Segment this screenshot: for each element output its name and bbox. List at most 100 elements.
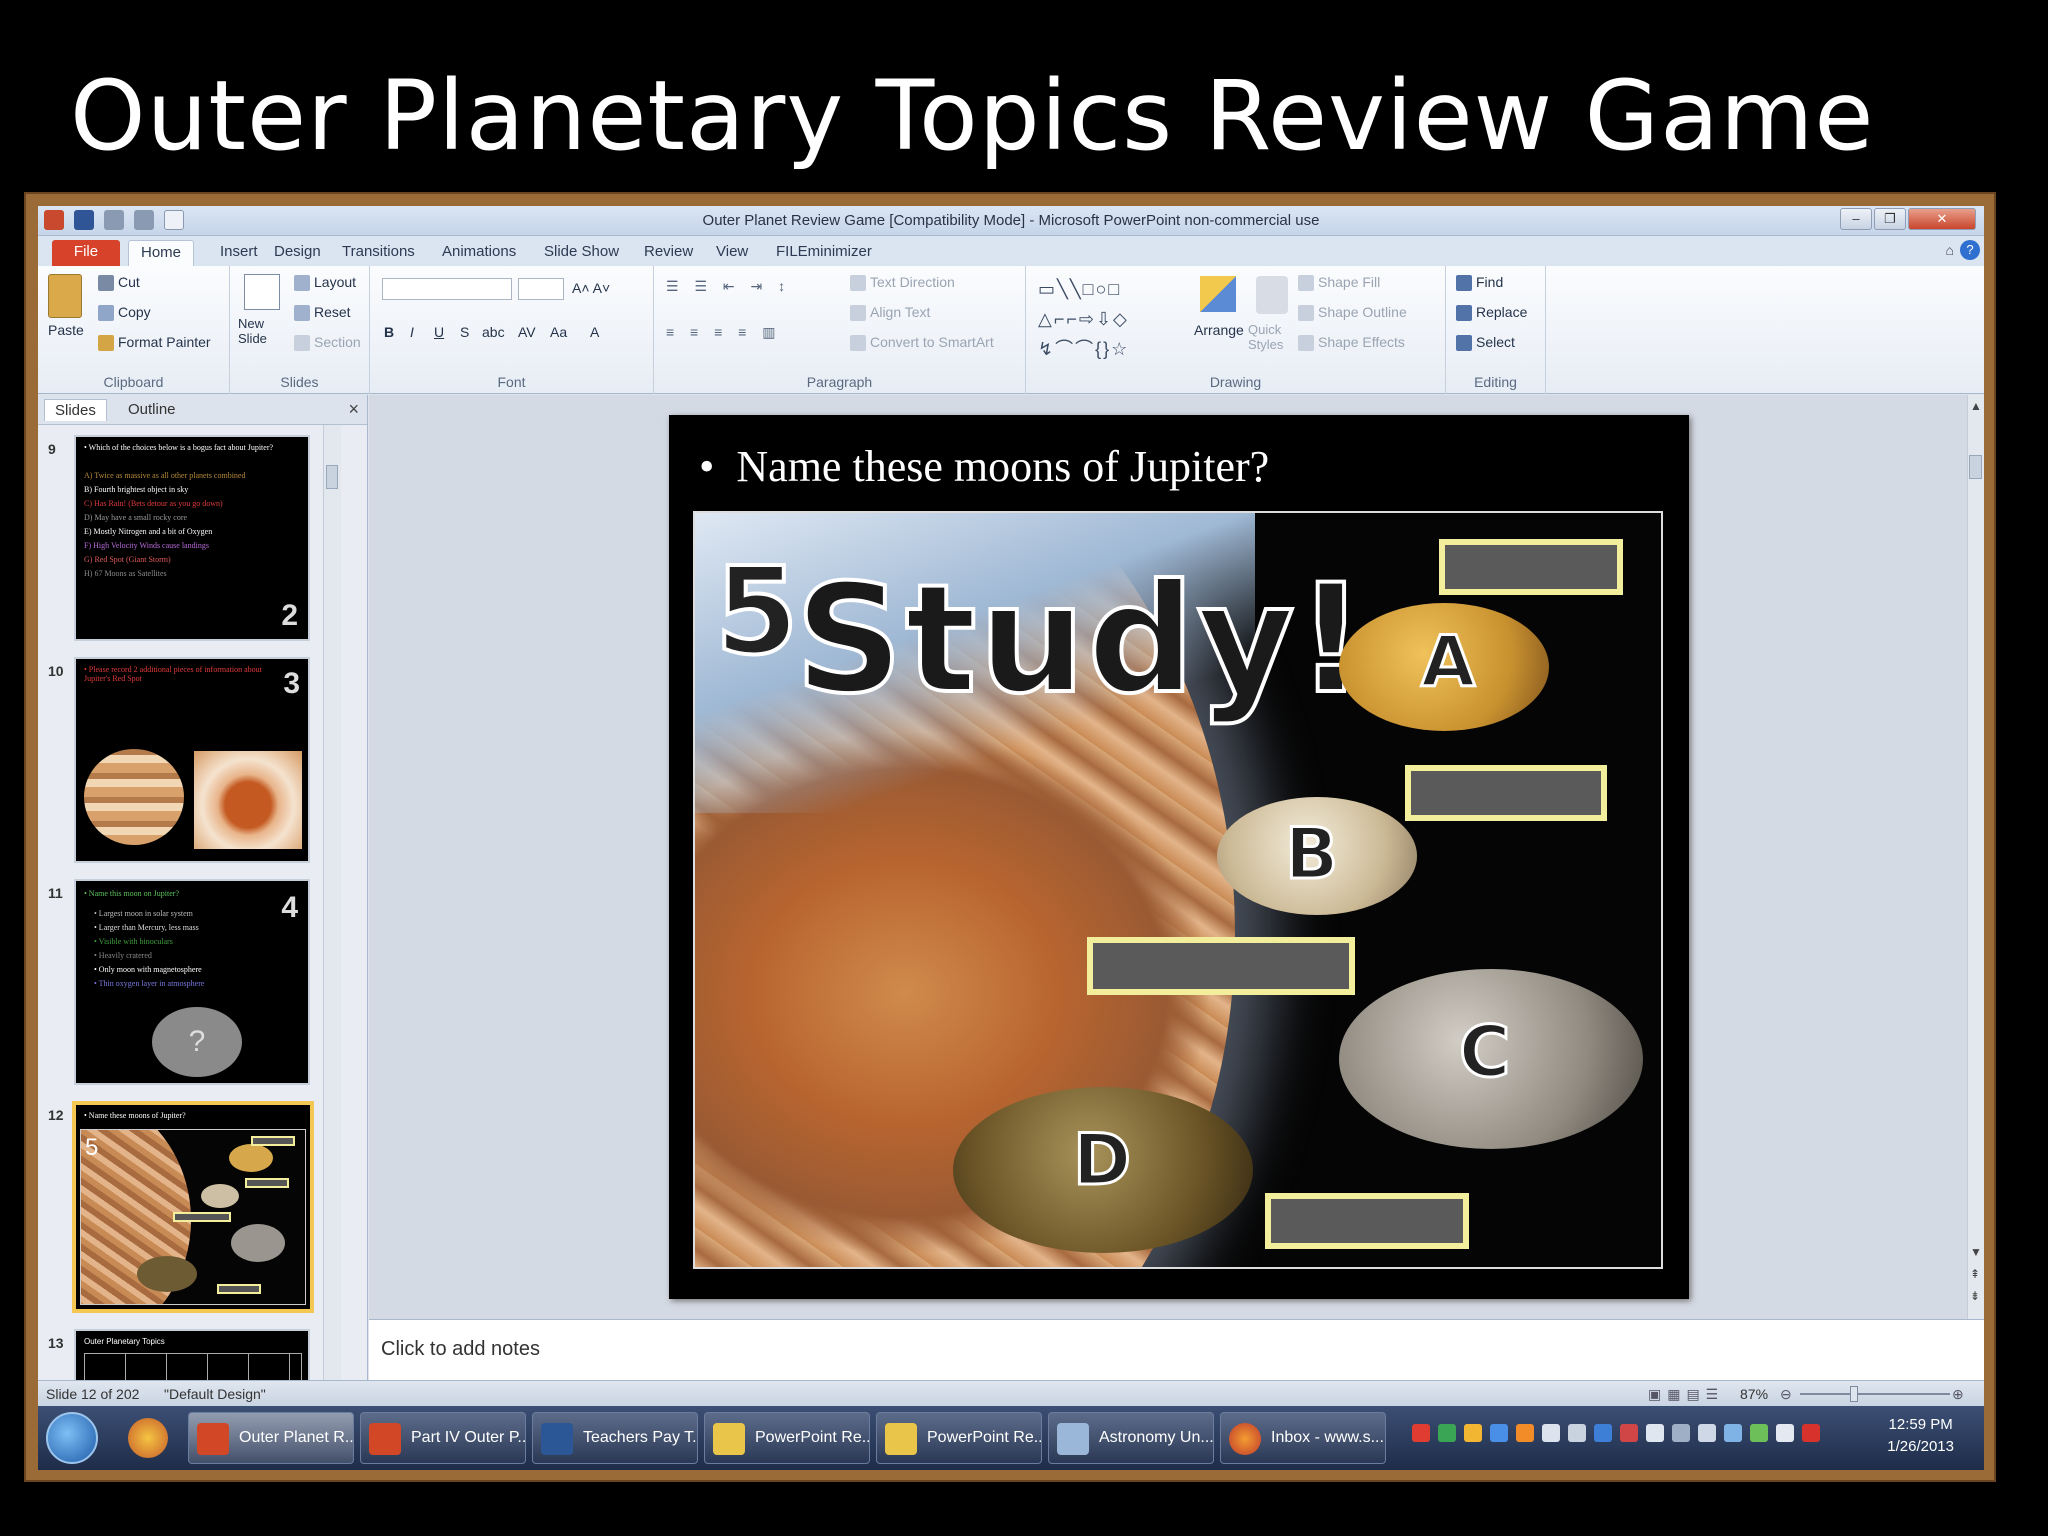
zoom-slider[interactable] <box>1800 1393 1950 1395</box>
taskbar-item-powerpoint-re-1[interactable]: PowerPoint Re... <box>704 1412 870 1464</box>
answer-box-a[interactable] <box>1439 539 1623 595</box>
tray-icon[interactable] <box>1412 1424 1430 1442</box>
tab-fileminimizer[interactable]: FILEminimizer <box>764 240 884 266</box>
format-painter-button[interactable]: Format Painter <box>98 334 211 352</box>
slides-pane-scrollbar[interactable] <box>323 425 341 1380</box>
tab-design[interactable]: Design <box>262 240 333 266</box>
help-icon[interactable]: ? <box>1960 240 1980 260</box>
zoom-in-icon[interactable]: ⊕ <box>1952 1386 1964 1403</box>
tab-transitions[interactable]: Transitions <box>330 240 427 266</box>
bluetooth-icon[interactable] <box>1594 1424 1612 1442</box>
font-color-button[interactable]: A <box>590 324 599 340</box>
jupiter-moons-picture[interactable]: 5 Study! A B C D <box>693 511 1663 1269</box>
arrange-button[interactable]: Arrange <box>1194 322 1244 338</box>
character-spacing-button[interactable]: AV <box>518 324 536 340</box>
tab-slides[interactable]: Slides <box>44 399 107 421</box>
zoom-level[interactable]: 87% <box>1740 1386 1768 1402</box>
strikethrough-button[interactable]: S <box>460 324 469 340</box>
answer-box-b[interactable] <box>1405 765 1607 821</box>
replace-button[interactable]: Replace <box>1456 304 1527 322</box>
shape-fill-button[interactable]: Shape Fill <box>1298 274 1380 292</box>
underline-button[interactable]: U <box>434 324 444 340</box>
tab-animations[interactable]: Animations <box>430 240 528 266</box>
tray-icon[interactable] <box>1568 1424 1586 1442</box>
minimize-button[interactable]: – <box>1840 208 1872 230</box>
scroll-down-icon[interactable]: ▼ <box>1970 1245 1982 1259</box>
paint-app-icon[interactable] <box>128 1418 168 1458</box>
scroll-up-icon[interactable]: ▲ <box>1970 399 1982 413</box>
italic-button[interactable]: I <box>410 324 414 340</box>
text-shadow-button[interactable]: abc <box>482 324 505 340</box>
convert-smartart-button[interactable]: Convert to SmartArt <box>850 334 994 352</box>
network-icon[interactable] <box>1646 1424 1664 1442</box>
bold-button[interactable]: B <box>384 324 394 340</box>
shape-outline-button[interactable]: Shape Outline <box>1298 304 1407 322</box>
zoom-out-icon[interactable]: ⊖ <box>1780 1386 1792 1403</box>
taskbar-item-astronomy[interactable]: Astronomy Un... <box>1048 1412 1214 1464</box>
slide-bullet-text[interactable]: • Name these moons of Jupiter? <box>699 441 1269 492</box>
slide-thumbnail-9[interactable]: • Which of the choices below is a bogus … <box>74 435 310 641</box>
tab-file[interactable]: File <box>52 240 120 266</box>
tray-icon[interactable] <box>1464 1424 1482 1442</box>
tray-icon[interactable] <box>1542 1424 1560 1442</box>
pane-close-icon[interactable]: × <box>348 399 359 420</box>
editor-scrollbar[interactable]: ▲ ▼ ⇞ ⇟ <box>1967 395 1984 1319</box>
slide-thumbnail-12[interactable]: • Name these moons of Jupiter? 5 <box>72 1101 314 1313</box>
answer-box-c[interactable] <box>1087 937 1355 995</box>
previous-slide-icon[interactable]: ⇞ <box>1970 1267 1980 1281</box>
tray-icon[interactable] <box>1620 1424 1638 1442</box>
section-button[interactable]: Section <box>294 334 361 352</box>
arrange-icon[interactable] <box>1200 276 1236 312</box>
taskbar-item-outer-planet[interactable]: Outer Planet R... <box>188 1412 354 1464</box>
new-slide-button[interactable]: New Slide <box>238 316 290 346</box>
volume-icon[interactable] <box>1698 1424 1716 1442</box>
font-name-input[interactable] <box>382 278 512 300</box>
taskbar-item-part-iv[interactable]: Part IV Outer P... <box>360 1412 526 1464</box>
taskbar-item-inbox[interactable]: Inbox - www.s... <box>1220 1412 1386 1464</box>
font-size-input[interactable] <box>518 278 564 300</box>
tray-icon[interactable] <box>1724 1424 1742 1442</box>
tray-icon[interactable] <box>1750 1424 1768 1442</box>
scrollbar-thumb[interactable] <box>1969 455 1982 479</box>
slide-thumbnail-13[interactable]: Outer Planetary Topics <box>74 1329 310 1381</box>
paste-icon[interactable] <box>48 274 82 318</box>
answer-box-d[interactable] <box>1265 1193 1469 1249</box>
quick-styles-icon[interactable] <box>1256 276 1288 314</box>
close-button[interactable]: ✕ <box>1908 208 1976 230</box>
cut-button[interactable]: Cut <box>98 274 140 292</box>
tab-slide-show[interactable]: Slide Show <box>532 240 631 266</box>
layout-button[interactable]: Layout <box>294 274 356 292</box>
start-button[interactable] <box>46 1412 98 1464</box>
text-direction-button[interactable]: Text Direction <box>850 274 955 292</box>
new-slide-icon[interactable] <box>244 274 280 310</box>
view-buttons[interactable]: ▣▦▤☰ <box>1648 1386 1724 1403</box>
tray-icon[interactable] <box>1490 1424 1508 1442</box>
shape-effects-button[interactable]: Shape Effects <box>1298 334 1405 352</box>
restore-button[interactable]: ❐ <box>1874 208 1906 230</box>
select-button[interactable]: Select <box>1456 334 1515 352</box>
tray-icon[interactable] <box>1672 1424 1690 1442</box>
ribbon-minimize-icon[interactable]: ⌂ <box>1946 242 1954 258</box>
taskbar-item-teachers-pay[interactable]: Teachers Pay T... <box>532 1412 698 1464</box>
reset-button[interactable]: Reset <box>294 304 351 322</box>
copy-button[interactable]: Copy <box>98 304 151 322</box>
alignment-buttons[interactable]: ≡ ≡ ≡ ≡ ▥ <box>666 324 781 341</box>
tray-icon[interactable] <box>1776 1424 1794 1442</box>
acrobat-icon[interactable] <box>1802 1424 1820 1442</box>
list-buttons[interactable]: ☰ ☰ ⇤ ⇥ ↕ <box>666 278 791 295</box>
notes-pane[interactable]: Click to add notes <box>369 1319 1984 1380</box>
system-clock[interactable]: 12:59 PM 1/26/2013 <box>1887 1414 1954 1458</box>
next-slide-icon[interactable]: ⇟ <box>1970 1289 1980 1303</box>
tray-icon[interactable] <box>1438 1424 1456 1442</box>
quick-styles-button[interactable]: Quick Styles <box>1248 322 1292 352</box>
change-case-button[interactable]: Aa <box>550 324 567 340</box>
scrollbar-thumb[interactable] <box>326 465 338 489</box>
shapes-gallery[interactable]: ▭╲╲□○□ △⌐⌐⇨⇩◇ ↯⌒⌒{}☆ <box>1038 274 1188 364</box>
zoom-slider-thumb[interactable] <box>1850 1386 1858 1402</box>
tab-home[interactable]: Home <box>128 240 195 266</box>
slide-thumbnail-11[interactable]: • Name this moon on Jupiter? • Largest m… <box>74 879 310 1085</box>
tray-icon[interactable] <box>1516 1424 1534 1442</box>
tab-view[interactable]: View <box>704 240 760 266</box>
tab-outline[interactable]: Outline <box>118 399 186 420</box>
current-slide[interactable]: • Name these moons of Jupiter? 5 Study! … <box>669 415 1689 1299</box>
